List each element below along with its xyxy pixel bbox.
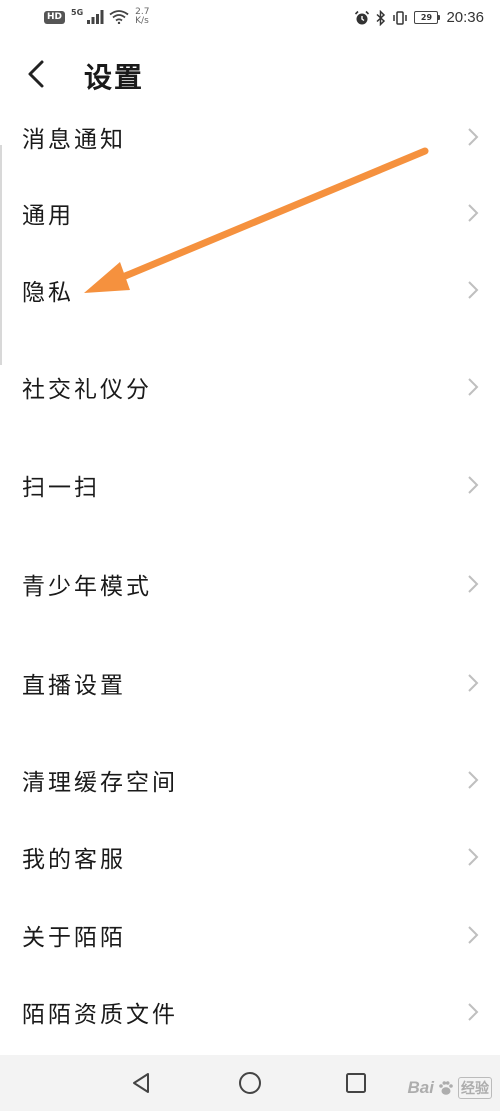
menu-item-label: 清理缓存空间 <box>22 770 178 796</box>
menu-item-label: 隐私 <box>22 280 74 306</box>
nav-recents-button[interactable] <box>342 1069 370 1097</box>
status-time: 20:36 <box>446 9 484 26</box>
settings-screen: HD 5G 2.7 K/s 29 20:36 设置 消息通知 通用 隐私 社交礼… <box>0 0 500 1111</box>
chevron-right-icon <box>468 128 479 146</box>
paw-icon <box>439 1081 453 1095</box>
menu-item-label: 关于陌陌 <box>22 925 126 951</box>
menu-item-label: 通用 <box>22 203 74 229</box>
chevron-right-icon <box>468 476 479 494</box>
watermark: Bai 经验 <box>408 1077 492 1099</box>
menu-item-teen-mode[interactable]: 青少年模式 <box>0 554 500 614</box>
menu-item-notifications[interactable]: 消息通知 <box>0 107 500 167</box>
system-nav-bar: Bai 经验 <box>0 1055 500 1111</box>
scroll-edge-indicator <box>0 145 2 365</box>
menu-item-label: 扫一扫 <box>22 475 100 501</box>
page-title: 设置 <box>84 61 145 94</box>
header: 设置 <box>0 44 500 104</box>
signal-icon <box>87 10 104 24</box>
hd-badge: HD <box>44 10 66 24</box>
battery-level: 29 <box>414 11 439 24</box>
speed-unit: K/s <box>135 16 149 26</box>
status-right: 29 20:36 <box>354 9 484 26</box>
chevron-right-icon <box>468 281 479 299</box>
back-chevron-icon <box>28 60 44 88</box>
menu-item-scan[interactable]: 扫一扫 <box>0 455 500 515</box>
menu-item-label: 社交礼仪分 <box>22 377 152 403</box>
chevron-right-icon <box>468 378 479 396</box>
chevron-right-icon <box>468 1003 479 1021</box>
menu-item-clear-cache[interactable]: 清理缓存空间 <box>0 750 500 810</box>
menu-item-label: 我的客服 <box>22 847 126 873</box>
network-type: 5G <box>71 7 84 17</box>
menu-item-live-settings[interactable]: 直播设置 <box>0 653 500 713</box>
status-bar: HD 5G 2.7 K/s 29 20:36 <box>0 0 500 34</box>
menu-item-label: 陌陌资质文件 <box>22 1002 178 1028</box>
nav-back-button[interactable] <box>128 1069 156 1097</box>
battery-tip <box>438 15 441 20</box>
battery-icon: 29 <box>414 11 441 24</box>
watermark-suffix: 经验 <box>458 1077 492 1099</box>
watermark-text: Bai <box>407 1078 434 1097</box>
menu-item-privacy[interactable]: 隐私 <box>0 260 500 320</box>
menu-item-label: 直播设置 <box>22 673 126 699</box>
menu-item-customer-service[interactable]: 我的客服 <box>0 827 500 887</box>
menu-item-label: 消息通知 <box>22 127 126 153</box>
back-button[interactable] <box>20 54 56 94</box>
back-triangle-icon <box>133 1073 149 1093</box>
nav-home-button[interactable] <box>236 1069 264 1097</box>
vibrate-icon <box>393 10 408 25</box>
bluetooth-icon <box>376 9 386 26</box>
menu-item-qualification-docs[interactable]: 陌陌资质文件 <box>0 982 500 1042</box>
menu-item-label: 青少年模式 <box>22 574 152 600</box>
chevron-right-icon <box>468 575 479 593</box>
wifi-icon <box>109 10 129 24</box>
chevron-right-icon <box>468 771 479 789</box>
home-circle-icon <box>239 1072 261 1094</box>
chevron-right-icon <box>468 848 479 866</box>
network-speed: 2.7 K/s <box>135 8 149 26</box>
chevron-right-icon <box>468 204 479 222</box>
chevron-right-icon <box>468 926 479 944</box>
recents-square-icon <box>346 1073 366 1093</box>
status-left: HD 5G 2.7 K/s <box>44 8 149 26</box>
menu-item-about[interactable]: 关于陌陌 <box>0 905 500 965</box>
menu-item-general[interactable]: 通用 <box>0 183 500 243</box>
alarm-icon <box>355 10 370 24</box>
chevron-right-icon <box>468 674 479 692</box>
menu-item-social-etiquette[interactable]: 社交礼仪分 <box>0 357 500 417</box>
